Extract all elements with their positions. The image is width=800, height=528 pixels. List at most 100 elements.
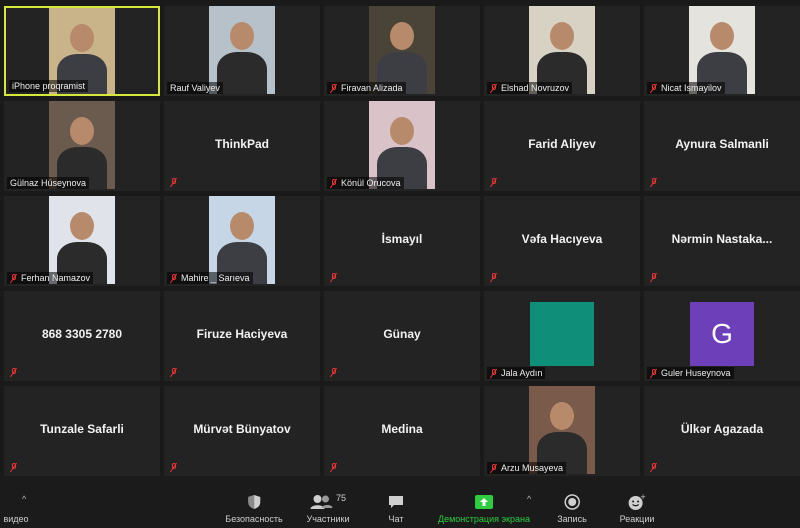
participant-name-label: Guler Huseynova [661,368,731,378]
participant-name-label: Ferhan Namazov [21,273,91,283]
participant-label: Nicat Ismayilov [647,82,725,94]
person-body [217,52,267,94]
participant-name-label: Arzu Musayeva [501,463,564,473]
participant-tile[interactable]: ThinkPad [164,101,320,191]
participants-button[interactable]: 75 Участники [307,492,350,524]
participants-label: Участники [306,514,350,524]
mic-muted-icon [170,368,178,377]
mic-muted-icon [650,178,658,187]
participant-tile[interactable]: Vəfa Hacıyeva [484,196,640,286]
security-label: Безопасность [225,514,283,524]
mic-muted-icon [650,463,658,472]
participant-tile[interactable]: Farid Aliyev [484,101,640,191]
video-feed [49,101,115,189]
avatar [530,302,594,366]
participant-tile[interactable]: Könül Orucova [324,101,480,191]
video-feed [209,196,275,284]
person-head [390,22,414,50]
smiley-icon: + [620,492,655,512]
share-screen-label: Демонстрация экрана [438,514,530,524]
participant-tile[interactable]: Arzu Musayeva [484,386,640,476]
mic-muted-icon [10,368,18,377]
participant-tile[interactable]: 868 3305 2780 [4,291,160,381]
participant-tile[interactable]: Mürvət Bünyatov [164,386,320,476]
participant-name-label: Jala Aydın [501,368,543,378]
participant-name: Firuze Haciyeva [196,327,288,341]
participant-tile[interactable]: iPhone proqramist [4,6,160,96]
participant-tile[interactable]: Nərmin Nastaka... [644,196,800,286]
participant-tile[interactable]: Günay [324,291,480,381]
reactions-button[interactable]: + Реакции [620,492,655,524]
person-head [230,22,254,50]
participant-name-label: Gülnaz Hüseynova [10,178,87,188]
participant-name: Tunzale Safarli [40,422,124,436]
participant-label: iPhone proqramist [9,80,89,92]
share-options-caret[interactable]: ^ [527,494,531,504]
participant-tile[interactable]: Tunzale Safarli [4,386,160,476]
participant-tile[interactable]: Elshad Novruzov [484,6,640,96]
participant-name-label: iPhone proqramist [12,81,86,91]
participant-tile[interactable]: Mahire _ Sarıeva [164,196,320,286]
participant-tile[interactable]: İsmayıl [324,196,480,286]
mic-muted-icon [490,178,498,187]
participant-name: Günay [383,327,421,341]
person-head [70,117,94,145]
participant-name-label: Firavan Alizada [341,83,403,93]
participant-name: Medina [381,422,423,436]
participant-tile[interactable]: Gülnaz Hüseynova [4,101,160,191]
person-head [390,117,414,145]
mic-muted-icon [650,273,658,282]
share-screen-button[interactable]: Демонстрация экрана [438,492,530,524]
participant-name: İsmayıl [381,232,423,246]
participant-name: Farid Aliyev [528,137,596,151]
video-feed [529,386,595,474]
video-feed [689,6,755,94]
participant-tile[interactable]: Ferhan Namazov [4,196,160,286]
person-head [550,22,574,50]
record-button[interactable]: Запись [557,492,587,524]
participant-tile[interactable]: Ülkər Agazada [644,386,800,476]
participant-label: Jala Aydın [487,367,546,379]
participant-label: Arzu Musayeva [487,462,567,474]
participant-tile[interactable]: Aynura Salmanli [644,101,800,191]
participant-label: Rauf Valiyev [167,82,223,94]
mic-muted-icon [650,368,658,378]
mic-muted-icon [490,83,498,93]
participant-tile[interactable]: Firuze Haciyeva [164,291,320,381]
video-feed [49,196,115,284]
participant-label: Könül Orucova [327,177,404,189]
participant-tile[interactable]: Rauf Valiyev [164,6,320,96]
mic-muted-icon [490,463,498,473]
video-label: видео [3,514,29,524]
avatar: G [690,302,754,366]
person-head [70,24,94,52]
video-feed [369,101,435,189]
mic-muted-icon [170,178,178,187]
participant-tile[interactable]: G Guler Huseynova [644,291,800,381]
participant-tile[interactable]: Nicat Ismayilov [644,6,800,96]
svg-text:+: + [640,494,646,501]
participant-label: Gülnaz Hüseynova [7,177,90,189]
video-button[interactable]: видео [3,514,28,524]
participant-name: Aynura Salmanli [675,137,769,151]
video-options-caret[interactable]: ^ [22,494,26,504]
mic-muted-icon [650,83,658,93]
chat-button[interactable]: Чат [388,492,404,524]
shield-icon [225,492,282,512]
video-feed [369,6,435,94]
participant-tile[interactable]: Jala Aydın [484,291,640,381]
meeting-toolbar: ^ видео Безопасность 75 Участники Чат Де… [0,476,800,528]
video-feed [529,6,595,94]
mic-muted-icon [330,463,338,472]
record-label: Запись [557,514,587,524]
participant-name: Nərmin Nastaka... [671,232,773,246]
share-screen-icon [438,492,530,512]
video-feed [209,6,275,94]
mic-muted-icon [330,178,338,188]
person-head [70,212,94,240]
participant-tile[interactable]: Medina [324,386,480,476]
reactions-label: Реакции [619,514,655,524]
participant-tile[interactable]: Firavan Alizada [324,6,480,96]
security-button[interactable]: Безопасность [225,492,283,524]
mic-muted-icon [330,83,338,93]
